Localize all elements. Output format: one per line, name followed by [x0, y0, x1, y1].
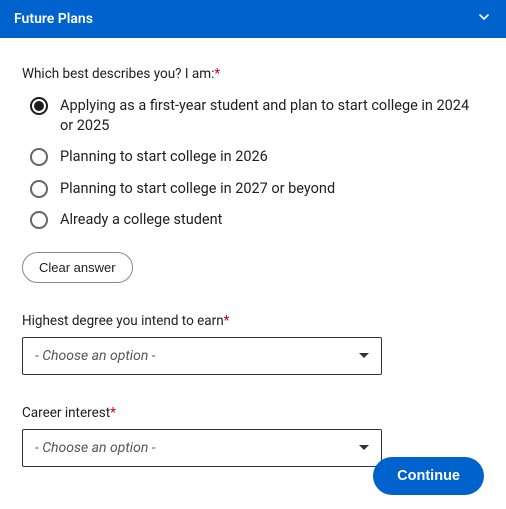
panel-title: Future Plans — [14, 11, 93, 27]
select-career-interest[interactable]: - Choose an option - — [22, 429, 382, 467]
radio-icon — [30, 180, 48, 198]
field-label-career: Career interest* — [22, 405, 484, 421]
required-marker: * — [224, 313, 230, 329]
label-text: Career interest — [22, 405, 110, 421]
label-text: Highest degree you intend to earn — [22, 313, 224, 329]
radio-icon — [30, 148, 48, 166]
panel-header[interactable]: Future Plans — [0, 0, 506, 38]
field-highest-degree: Highest degree you intend to earn* - Cho… — [22, 313, 484, 375]
radio-label: Already a college student — [60, 210, 222, 230]
caret-down-icon — [359, 353, 369, 358]
radio-option-first-year[interactable]: Applying as a first-year student and pla… — [30, 96, 484, 135]
field-label-degree: Highest degree you intend to earn* — [22, 313, 484, 329]
select-highest-degree[interactable]: - Choose an option - — [22, 337, 382, 375]
radio-option-already-student[interactable]: Already a college student — [30, 210, 484, 230]
radio-icon — [30, 211, 48, 229]
chevron-down-icon — [476, 9, 492, 29]
radio-label: Planning to start college in 2027 or bey… — [60, 179, 335, 199]
radio-group-describes-you: Applying as a first-year student and pla… — [30, 96, 484, 230]
select-placeholder: - Choose an option - — [35, 348, 156, 364]
question-text: Which best describes you? I am: — [22, 66, 214, 82]
required-marker: * — [214, 66, 220, 82]
radio-option-2026[interactable]: Planning to start college in 2026 — [30, 147, 484, 167]
caret-down-icon — [359, 445, 369, 450]
panel-content: Which best describes you? I am:* Applyin… — [0, 38, 506, 509]
radio-label: Applying as a first-year student and pla… — [60, 96, 484, 135]
radio-label: Planning to start college in 2026 — [60, 147, 268, 167]
clear-answer-button[interactable]: Clear answer — [22, 252, 133, 283]
question-describes-you-label: Which best describes you? I am:* — [22, 66, 484, 82]
required-marker: * — [110, 405, 116, 421]
select-placeholder: - Choose an option - — [35, 440, 156, 456]
continue-button[interactable]: Continue — [373, 457, 484, 495]
radio-icon — [30, 97, 48, 115]
radio-option-2027-beyond[interactable]: Planning to start college in 2027 or bey… — [30, 179, 484, 199]
